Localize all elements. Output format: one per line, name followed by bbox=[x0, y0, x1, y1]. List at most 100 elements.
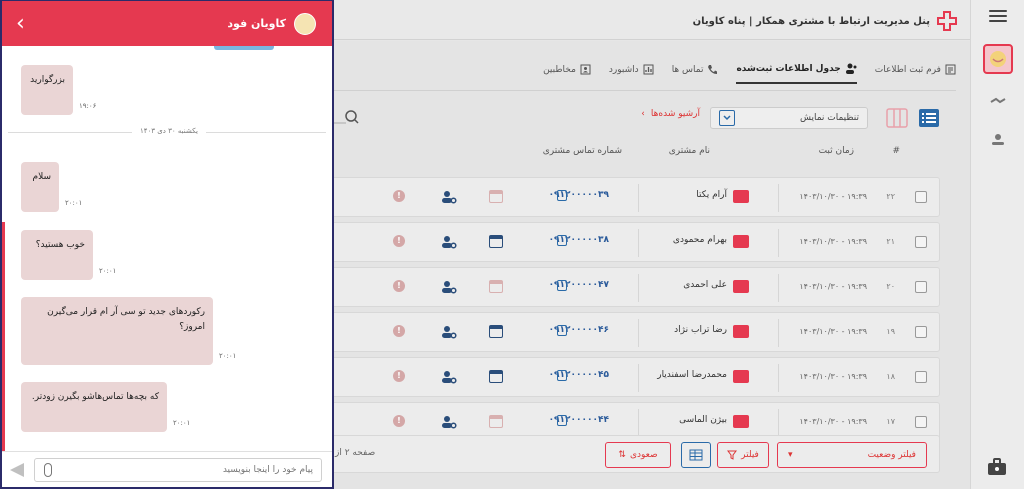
table-row[interactable]: ۲۰ ۱۴۰۳/۱۰/۳۰ - ۱۹:۳۹ علی احمدی ۰۹۱۲۰۰۰۰… bbox=[330, 267, 940, 307]
table-row[interactable]: ۱۸ ۱۴۰۳/۱۰/۳۰ - ۱۹:۳۹ محمدرضا اسفندیار ۰… bbox=[330, 357, 940, 397]
copy-icon[interactable] bbox=[557, 325, 567, 336]
info-icon[interactable]: ! bbox=[393, 190, 405, 202]
tab-dashboard-label: داشبورد bbox=[608, 64, 639, 75]
calendar-icon[interactable] bbox=[489, 415, 503, 428]
calendar-icon[interactable] bbox=[489, 325, 503, 338]
user-settings-icon[interactable] bbox=[441, 234, 457, 250]
message-time: ۲۰:۰۱ bbox=[219, 352, 237, 360]
side-rail bbox=[970, 0, 1024, 489]
status-filter-label: فیلتر وضعیت bbox=[867, 450, 916, 460]
row-time: ۱۴۰۳/۱۰/۳۰ - ۱۹:۳۹ bbox=[799, 327, 867, 336]
info-icon[interactable]: ! bbox=[393, 370, 405, 382]
row-time: ۱۴۰۳/۱۰/۳۰ - ۱۹:۳۹ bbox=[799, 372, 867, 381]
briefcase-icon[interactable] bbox=[987, 457, 1007, 477]
chevron-left-icon[interactable]: ‹ bbox=[16, 12, 25, 35]
search-icon[interactable] bbox=[330, 109, 360, 127]
tab-records-table[interactable]: جدول اطلاعات ثبت‌شده bbox=[736, 63, 857, 84]
row-number: ۲۱ bbox=[886, 237, 895, 246]
archived-label: آرشیو شده‌ها bbox=[650, 109, 700, 119]
grid-view-icon[interactable] bbox=[886, 107, 908, 129]
user-settings-icon[interactable] bbox=[441, 324, 457, 340]
copy-icon[interactable] bbox=[557, 235, 567, 246]
table-row[interactable]: ۱۹ ۱۴۰۳/۱۰/۳۰ - ۱۹:۳۹ رضا تراب نژاد ۰۹۱۲… bbox=[330, 312, 940, 352]
list-view-icon[interactable] bbox=[918, 107, 940, 129]
tab-calls[interactable]: تماس ها bbox=[672, 63, 719, 84]
customer-name: بهرام محمودی bbox=[672, 235, 727, 245]
excel-icon bbox=[689, 449, 703, 461]
divider bbox=[638, 364, 639, 392]
divider bbox=[638, 274, 639, 302]
avatar bbox=[294, 12, 316, 35]
row-checkbox[interactable] bbox=[915, 281, 927, 293]
divider bbox=[638, 184, 639, 212]
sort-ascending-button[interactable]: صعودی ⇅ bbox=[605, 442, 671, 468]
message-input[interactable] bbox=[34, 458, 322, 482]
filter-button[interactable]: فیلتر bbox=[717, 442, 769, 468]
tab-form[interactable]: فرم ثبت اطلاعات bbox=[875, 63, 956, 84]
export-excel-button[interactable] bbox=[681, 442, 711, 468]
day-label: یکشنبه ۳۰ دی ۱۴۰۳ bbox=[132, 127, 206, 135]
divider bbox=[778, 319, 779, 347]
tab-contacts[interactable]: مخاطبین bbox=[543, 63, 591, 84]
user-settings-icon[interactable] bbox=[441, 369, 457, 385]
message-bubble: که بچه‌ها تماس‌هاشو بگیرن زودتر. ۲۰:۰۱ bbox=[21, 382, 190, 432]
id-card-icon bbox=[733, 370, 749, 383]
customer-name: محمدرضا اسفندیار bbox=[657, 370, 727, 380]
display-settings-label: تنظیمات نمایش bbox=[799, 113, 859, 123]
brand: پنل مدیریت ارتباط با مشتری همکار | پناه … bbox=[693, 10, 958, 32]
tab-calls-label: تماس ها bbox=[671, 64, 704, 75]
user-settings-icon[interactable] bbox=[441, 414, 457, 430]
copy-icon[interactable] bbox=[557, 190, 567, 201]
id-card-icon bbox=[733, 415, 749, 428]
chat-contact: کاویان فود bbox=[227, 12, 316, 35]
archived-button[interactable]: آرشیو شده‌ها › bbox=[641, 109, 700, 119]
info-icon[interactable]: ! bbox=[393, 235, 405, 247]
send-icon[interactable] bbox=[10, 463, 24, 477]
row-checkbox[interactable] bbox=[915, 371, 927, 383]
paperclip-icon[interactable] bbox=[44, 463, 52, 477]
tab-dashboard[interactable]: داشبورد bbox=[609, 63, 654, 84]
header-time: زمان ثبت bbox=[818, 146, 854, 156]
copy-icon[interactable] bbox=[557, 280, 567, 291]
rail-item-2[interactable] bbox=[983, 86, 1013, 116]
message-text: سلام bbox=[32, 172, 51, 182]
row-time: ۱۴۰۳/۱۰/۳۰ - ۱۹:۳۹ bbox=[799, 282, 867, 291]
records-table: ۲۲ ۱۴۰۳/۱۰/۳۰ - ۱۹:۳۹ آرام یکتا ۰۹۱۲۰۰۰۰… bbox=[330, 177, 940, 447]
table-header: # زمان ثبت نام مشتری شماره تماس مشتری bbox=[330, 146, 940, 166]
rail-company-button[interactable] bbox=[983, 44, 1013, 74]
id-card-icon bbox=[733, 190, 749, 203]
table-row[interactable]: ۲۱ ۱۴۰۳/۱۰/۳۰ - ۱۹:۳۹ بهرام محمودی ۰۹۱۲۰… bbox=[330, 222, 940, 262]
chat-composer bbox=[2, 451, 332, 487]
row-number: ۲۲ bbox=[886, 192, 895, 201]
user-settings-icon[interactable] bbox=[441, 279, 457, 295]
info-icon[interactable]: ! bbox=[393, 280, 405, 292]
row-number: ۱۹ bbox=[886, 327, 895, 336]
divider bbox=[778, 274, 779, 302]
row-checkbox[interactable] bbox=[915, 236, 927, 248]
calendar-icon[interactable] bbox=[489, 190, 503, 203]
row-checkbox[interactable] bbox=[915, 416, 927, 428]
rail-item-3[interactable] bbox=[983, 124, 1013, 154]
divider bbox=[638, 229, 639, 257]
table-bottom-bar: فیلتر وضعیت ▾ فیلتر صعودی ⇅ صفحه ۲ از bbox=[330, 435, 940, 473]
customer-name: بیژن الماسی bbox=[679, 415, 727, 425]
info-icon[interactable]: ! bbox=[393, 325, 405, 337]
header-phone: شماره تماس مشتری bbox=[542, 146, 622, 156]
copy-icon[interactable] bbox=[557, 370, 567, 381]
message-bubble: بزرگوارید ۱۹:۰۶ bbox=[21, 65, 96, 115]
table-row[interactable]: ۲۲ ۱۴۰۳/۱۰/۳۰ - ۱۹:۳۹ آرام یکتا ۰۹۱۲۰۰۰۰… bbox=[330, 177, 940, 217]
info-icon[interactable]: ! bbox=[393, 415, 405, 427]
calendar-icon[interactable] bbox=[489, 280, 503, 293]
row-checkbox[interactable] bbox=[915, 326, 927, 338]
user-settings-icon[interactable] bbox=[441, 189, 457, 205]
menu-icon[interactable] bbox=[989, 10, 1007, 25]
divider bbox=[778, 364, 779, 392]
display-settings-select[interactable]: تنظیمات نمایش bbox=[710, 107, 868, 129]
calendar-icon[interactable] bbox=[489, 370, 503, 383]
message-text: بزرگوارید bbox=[30, 75, 65, 85]
copy-icon[interactable] bbox=[557, 415, 567, 426]
calendar-icon[interactable] bbox=[489, 235, 503, 248]
status-filter-select[interactable]: فیلتر وضعیت ▾ bbox=[777, 442, 927, 468]
row-checkbox[interactable] bbox=[915, 191, 927, 203]
phone-icon bbox=[708, 65, 718, 74]
